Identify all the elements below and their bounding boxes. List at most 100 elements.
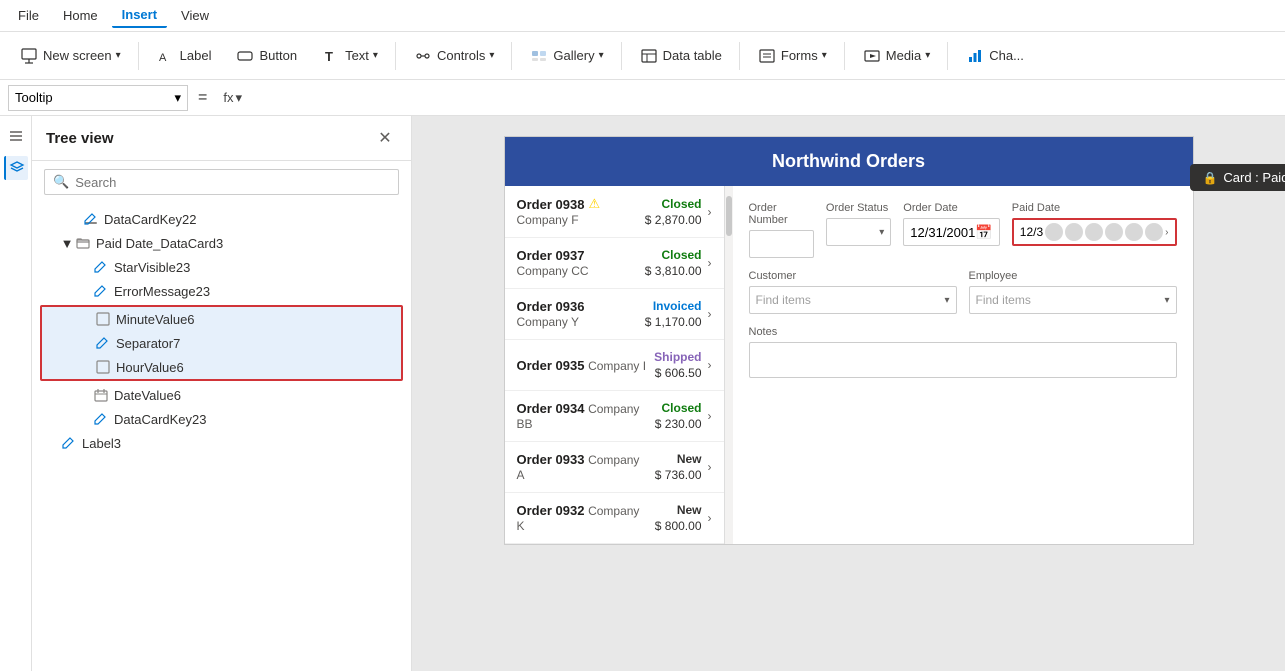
tree-item-starvisible23[interactable]: StarVisible23	[32, 255, 411, 279]
order-item-info: Order 0938 ⚠ Company F	[517, 196, 639, 227]
order-item-right: New $ 800.00	[655, 503, 702, 533]
order-item-info: Order 0934 Company BB	[517, 401, 649, 431]
tree-item-hourvalue6[interactable]: HourValue6	[42, 355, 401, 379]
edit-icon	[94, 334, 112, 352]
order-amount: $ 736.00	[655, 468, 702, 482]
order-item-right: Closed $ 3,810.00	[645, 248, 702, 278]
menu-home[interactable]: Home	[53, 4, 108, 27]
tree-close-button[interactable]: ✕	[373, 126, 397, 150]
order-list-scrollbar[interactable]	[725, 186, 733, 544]
chart-button[interactable]: Cha...	[954, 39, 1035, 73]
order-item[interactable]: Order 0937 Company CC Closed $ 3,810.00 …	[505, 238, 724, 289]
toolbar-separator-2	[395, 42, 396, 70]
menu-view[interactable]: View	[171, 4, 219, 27]
order-status: Invoiced	[653, 299, 702, 313]
order-id: Order 0932	[517, 503, 585, 518]
toolbar-separator-6	[844, 42, 845, 70]
tree-item-datevalue6[interactable]: DateValue6	[32, 383, 411, 407]
order-date-field: Order Date 12/31/2001 📅	[903, 202, 1000, 258]
controls-chevron-icon: ▾	[489, 50, 494, 61]
order-item-info: Order 0933 Company A	[517, 452, 649, 482]
menu-file[interactable]: File	[8, 4, 49, 27]
text-button[interactable]: T Text ▾	[310, 39, 389, 73]
menu-insert[interactable]: Insert	[112, 3, 167, 28]
data-table-button[interactable]: Data table	[628, 39, 733, 73]
notes-label: Notes	[749, 326, 1177, 338]
toolbar-separator-4	[621, 42, 622, 70]
media-icon	[862, 46, 882, 66]
gallery-button[interactable]: Gallery ▾	[518, 39, 614, 73]
tree-item-label: Paid Date_DataCard3	[96, 236, 411, 251]
order-number-input[interactable]	[749, 230, 814, 258]
order-chevron-icon: ›	[708, 358, 712, 372]
text-icon: T	[321, 46, 341, 66]
edit-icon	[92, 410, 110, 428]
tree-item-minutevalue6[interactable]: MinuteValue6	[42, 307, 401, 331]
svg-text:T: T	[325, 49, 333, 64]
controls-button[interactable]: Controls ▾	[402, 39, 505, 73]
order-item-right: Closed $ 2,870.00	[645, 197, 702, 227]
tree-item-errormessage23[interactable]: ErrorMessage23	[32, 279, 411, 303]
date-circles	[1043, 221, 1165, 243]
order-status: Closed	[661, 401, 701, 415]
formula-selector[interactable]: Tooltip ▾	[8, 85, 188, 111]
order-id: Order 0936	[517, 299, 585, 314]
order-item-info: Order 0937 Company CC	[517, 248, 639, 278]
formula-bar: Tooltip ▾ = fx ▾	[0, 80, 1285, 116]
new-screen-button[interactable]: New screen ▾	[8, 39, 132, 73]
order-item[interactable]: Order 0933 Company A New $ 736.00 ›	[505, 442, 724, 493]
button-button[interactable]: Button	[224, 39, 308, 73]
order-amount: $ 3,810.00	[645, 264, 702, 278]
tree-item-separator7[interactable]: Separator7	[42, 331, 401, 355]
date-circle	[1125, 223, 1143, 241]
canvas-area: Northwind Orders Order 0938 ⚠ Company F	[412, 116, 1285, 671]
label-button[interactable]: A Label	[145, 39, 223, 73]
order-amount: $ 1,170.00	[645, 315, 702, 329]
employee-dropdown[interactable]: Find items ▾	[969, 286, 1177, 314]
tree-item-label: DataCardKey22	[104, 212, 411, 227]
layers-button[interactable]	[4, 156, 28, 180]
order-chevron-icon: ›	[708, 409, 712, 423]
tree-item-paiddate-datacard[interactable]: ▼ Paid Date_DataCard3	[32, 231, 411, 255]
search-input[interactable]	[75, 175, 390, 190]
order-id: Order 0935	[517, 358, 585, 373]
forms-button[interactable]: Forms ▾	[746, 39, 838, 73]
formula-fx-text: fx	[223, 90, 233, 105]
formula-fx-area[interactable]: fx ▾	[217, 90, 248, 106]
order-chevron-icon: ›	[708, 511, 712, 525]
order-status-dropdown[interactable]: ▾	[826, 218, 891, 246]
order-item[interactable]: Order 0932 Company K New $ 800.00 ›	[505, 493, 724, 544]
media-button[interactable]: Media ▾	[851, 39, 941, 73]
order-item[interactable]: Order 0934 Company BB Closed $ 230.00 ›	[505, 391, 724, 442]
order-item[interactable]: Order 0935 Company I Shipped $ 606.50 ›	[505, 340, 724, 391]
tree-item-datacardkey23[interactable]: DataCardKey23	[32, 407, 411, 431]
date-circle	[1065, 223, 1083, 241]
text-chevron-icon: ▾	[373, 50, 378, 61]
new-screen-label: New screen	[43, 48, 112, 63]
gallery-chevron-icon: ▾	[599, 50, 604, 61]
notes-input[interactable]	[749, 342, 1177, 378]
hamburger-button[interactable]	[4, 124, 28, 148]
order-date-input[interactable]: 12/31/2001 📅	[903, 218, 1000, 246]
forms-chevron-icon: ▾	[822, 50, 827, 61]
order-id: Order 0938	[517, 197, 585, 212]
tree-item-label3[interactable]: Label3	[32, 431, 411, 455]
date-circle	[1105, 223, 1123, 241]
order-number-field: Order Number	[749, 202, 814, 258]
order-chevron-icon: ›	[708, 205, 712, 219]
tree-selected-group: MinuteValue6 Separator7 HourValue6	[40, 305, 403, 381]
data-table-label: Data table	[663, 48, 722, 63]
order-item[interactable]: Order 0938 ⚠ Company F Closed $ 2,870.00…	[505, 186, 724, 238]
customer-dropdown[interactable]: Find items ▾	[749, 286, 957, 314]
order-company: Company F	[517, 213, 579, 227]
chart-label: Cha...	[989, 48, 1024, 63]
gallery-icon	[529, 46, 549, 66]
paid-date-input[interactable]: 12/3 ›	[1012, 218, 1177, 246]
employee-label: Employee	[969, 270, 1177, 282]
paid-date-nav-icon: ›	[1165, 227, 1168, 238]
checkbox-icon	[94, 310, 112, 328]
order-item[interactable]: Order 0936 Company Y Invoiced $ 1,170.00…	[505, 289, 724, 340]
tree-item-datacardkey22[interactable]: DataCardKey22	[32, 207, 411, 231]
tree-content: DataCardKey22 ▼ Paid Date_DataCard3 Star…	[32, 203, 411, 671]
customer-label: Customer	[749, 270, 957, 282]
